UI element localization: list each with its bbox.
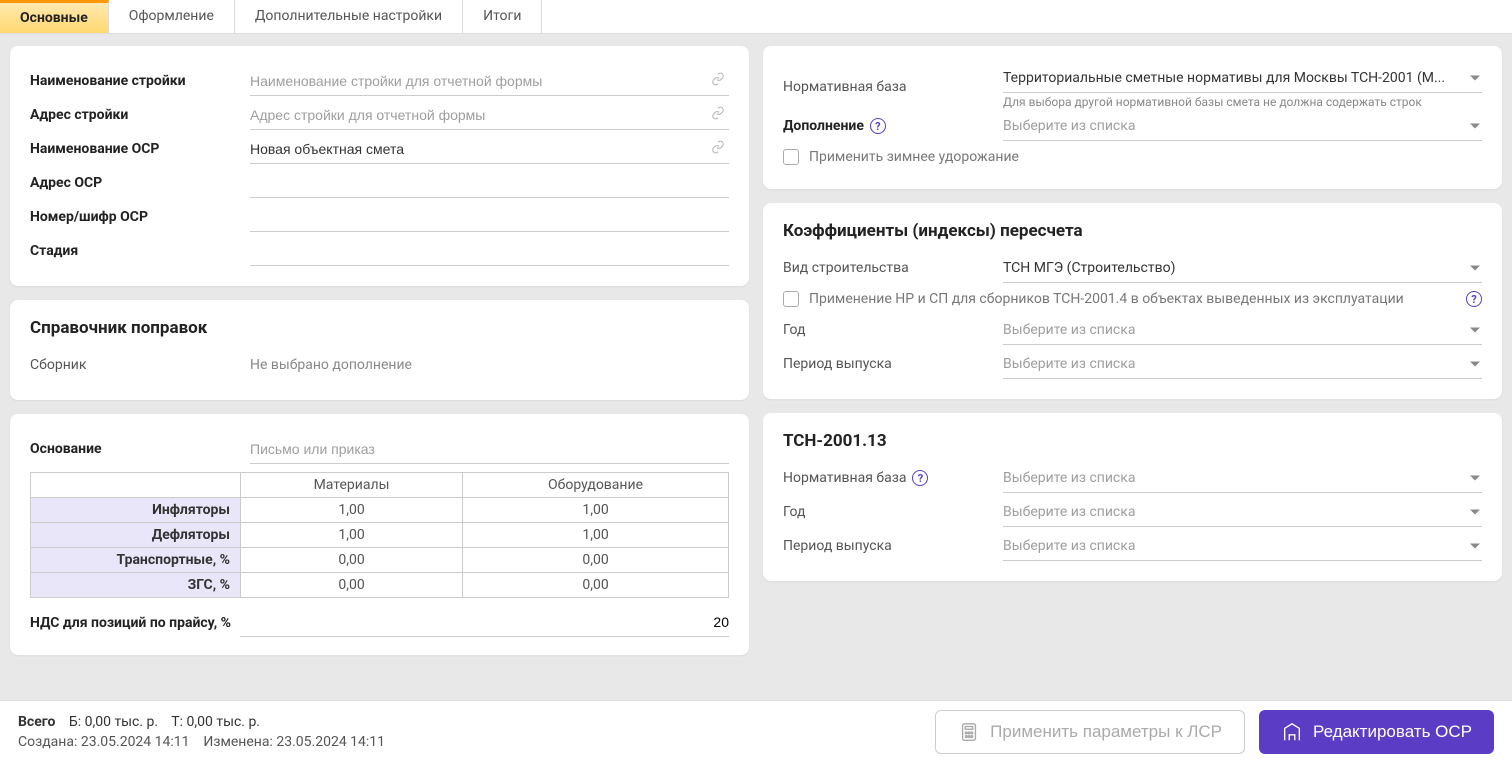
card-tsn: ТСН-2001.13 Нормативная база? Выберите и… (763, 413, 1502, 581)
constr-type-label: Вид строительства (783, 260, 1003, 276)
period-select[interactable]: Выберите из списка (1003, 350, 1482, 379)
table-header-materials: Материалы (241, 473, 463, 498)
table-row: ЗГС, % 0,00 0,00 (31, 573, 729, 598)
help-icon[interactable]: ? (1466, 291, 1482, 307)
table-row: Транспортные, % 0,00 0,00 (31, 548, 729, 573)
norm-base-label: Нормативная база (783, 79, 1003, 95)
tsn-year-label: Год (783, 504, 1003, 520)
construction-addr-label: Адрес стройки (30, 107, 250, 123)
tab-design[interactable]: Оформление (109, 0, 235, 33)
total-label: Всего (18, 714, 55, 730)
cell-value[interactable]: 0,00 (241, 573, 463, 598)
winter-label: Применить зимнее удорожание (809, 149, 1482, 165)
osr-code-input[interactable] (250, 203, 729, 232)
osr-addr-input[interactable] (250, 169, 729, 198)
tab-main[interactable]: Основные (0, 0, 109, 33)
tsn-norm-select[interactable]: Выберите из списка (1003, 464, 1482, 493)
corrections-title: Справочник поправок (30, 318, 729, 338)
construction-name-input[interactable] (250, 67, 729, 96)
help-icon[interactable]: ? (870, 118, 886, 134)
footer: Всего Б: 0,00 тыс. р. Т: 0,00 тыс. р. Со… (0, 700, 1512, 764)
tsn-title: ТСН-2001.13 (783, 431, 1482, 451)
modified-label: Изменена: (203, 734, 272, 750)
building-icon (1281, 721, 1303, 743)
year-label: Год (783, 322, 1003, 338)
stage-input[interactable] (250, 237, 729, 266)
osr-name-input[interactable] (250, 135, 729, 164)
winter-checkbox[interactable] (783, 149, 799, 165)
osr-code-label: Номер/шифр ОСР (30, 209, 250, 225)
construction-addr-input[interactable] (250, 101, 729, 130)
cell-value[interactable]: 0,00 (241, 548, 463, 573)
help-icon[interactable]: ? (912, 470, 928, 486)
tsn-norm-label: Нормативная база? (783, 470, 1003, 487)
norm-base-select[interactable]: Территориальные сметные нормативы для Мо… (1003, 64, 1482, 93)
construction-name-label: Наименование стройки (30, 73, 250, 89)
chevron-down-icon (1470, 327, 1480, 332)
chevron-down-icon (1470, 475, 1480, 480)
addition-select[interactable]: Выберите из списка (1003, 112, 1482, 141)
card-general: Наименование стройки Адрес стройки (10, 46, 749, 286)
osr-name-label: Наименование ОСР (30, 141, 250, 157)
basis-input[interactable] (250, 435, 729, 464)
nr-sp-checkbox[interactable] (783, 291, 799, 307)
cell-value[interactable]: 1,00 (241, 498, 463, 523)
nr-sp-label: Применение НР и СП для сборников ТСН-200… (809, 291, 1450, 307)
tab-extra[interactable]: Дополнительные настройки (235, 0, 463, 33)
chevron-down-icon (1470, 543, 1480, 548)
period-label: Период выпуска (783, 356, 1003, 372)
cell-value[interactable]: 1,00 (241, 523, 463, 548)
chevron-down-icon (1470, 123, 1480, 128)
cell-value[interactable]: 1,00 (463, 498, 729, 523)
table-header-equipment: Оборудование (463, 473, 729, 498)
coefficients-title: Коэффициенты (индексы) пересчета (783, 221, 1482, 241)
apply-params-button[interactable]: Применить параметры к ЛСР (935, 710, 1245, 754)
nds-input[interactable] (240, 608, 729, 637)
tsn-period-select[interactable]: Выберите из списка (1003, 532, 1482, 561)
card-norm-base: Нормативная база Территориальные сметные… (763, 46, 1502, 189)
tabs: Основные Оформление Дополнительные настр… (0, 0, 1512, 34)
cell-value[interactable]: 0,00 (463, 573, 729, 598)
year-select[interactable]: Выберите из списка (1003, 316, 1482, 345)
link-icon[interactable] (711, 106, 725, 124)
modified-value: 23.05.2024 14:11 (276, 734, 385, 750)
tab-totals[interactable]: Итоги (463, 0, 542, 33)
total-b: Б: 0,00 тыс. р. (69, 714, 158, 730)
chevron-down-icon (1470, 361, 1480, 366)
nds-label: НДС для позиций по прайсу, % (30, 615, 240, 631)
created-value: 23.05.2024 14:11 (81, 734, 190, 750)
chevron-down-icon (1470, 265, 1480, 270)
table-row: Дефляторы 1,00 1,00 (31, 523, 729, 548)
table-row: Инфляторы 1,00 1,00 (31, 498, 729, 523)
calculator-icon (958, 721, 980, 743)
tsn-year-select[interactable]: Выберите из списка (1003, 498, 1482, 527)
link-icon[interactable] (711, 72, 725, 90)
chevron-down-icon (1470, 509, 1480, 514)
card-coefficients: Коэффициенты (индексы) пересчета Вид стр… (763, 203, 1502, 399)
card-basis: Основание Материалы Оборудование Инфлято… (10, 414, 749, 655)
created-label: Создана: (18, 734, 77, 750)
norm-base-hint: Для выбора другой нормативной базы смета… (1003, 95, 1482, 109)
link-icon[interactable] (711, 140, 725, 158)
collection-value: Не выбрано дополнение (250, 357, 412, 373)
collection-label: Сборник (30, 357, 250, 373)
constr-type-select[interactable]: ТСН МГЭ (Строительство) (1003, 254, 1482, 283)
card-corrections: Справочник поправок Сборник Не выбрано д… (10, 300, 749, 400)
total-t: Т: 0,00 тыс. р. (171, 714, 260, 730)
cell-value[interactable]: 0,00 (463, 548, 729, 573)
addition-label: Дополнение? (783, 118, 1003, 135)
stage-label: Стадия (30, 243, 250, 259)
edit-osr-button[interactable]: Редактировать ОСР (1259, 710, 1494, 754)
cell-value[interactable]: 1,00 (463, 523, 729, 548)
basis-label: Основание (30, 441, 250, 457)
osr-addr-label: Адрес ОСР (30, 175, 250, 191)
table-header-name (31, 473, 241, 498)
chevron-down-icon (1470, 76, 1480, 81)
factors-table: Материалы Оборудование Инфляторы 1,00 1,… (30, 472, 729, 598)
tsn-period-label: Период выпуска (783, 538, 1003, 554)
